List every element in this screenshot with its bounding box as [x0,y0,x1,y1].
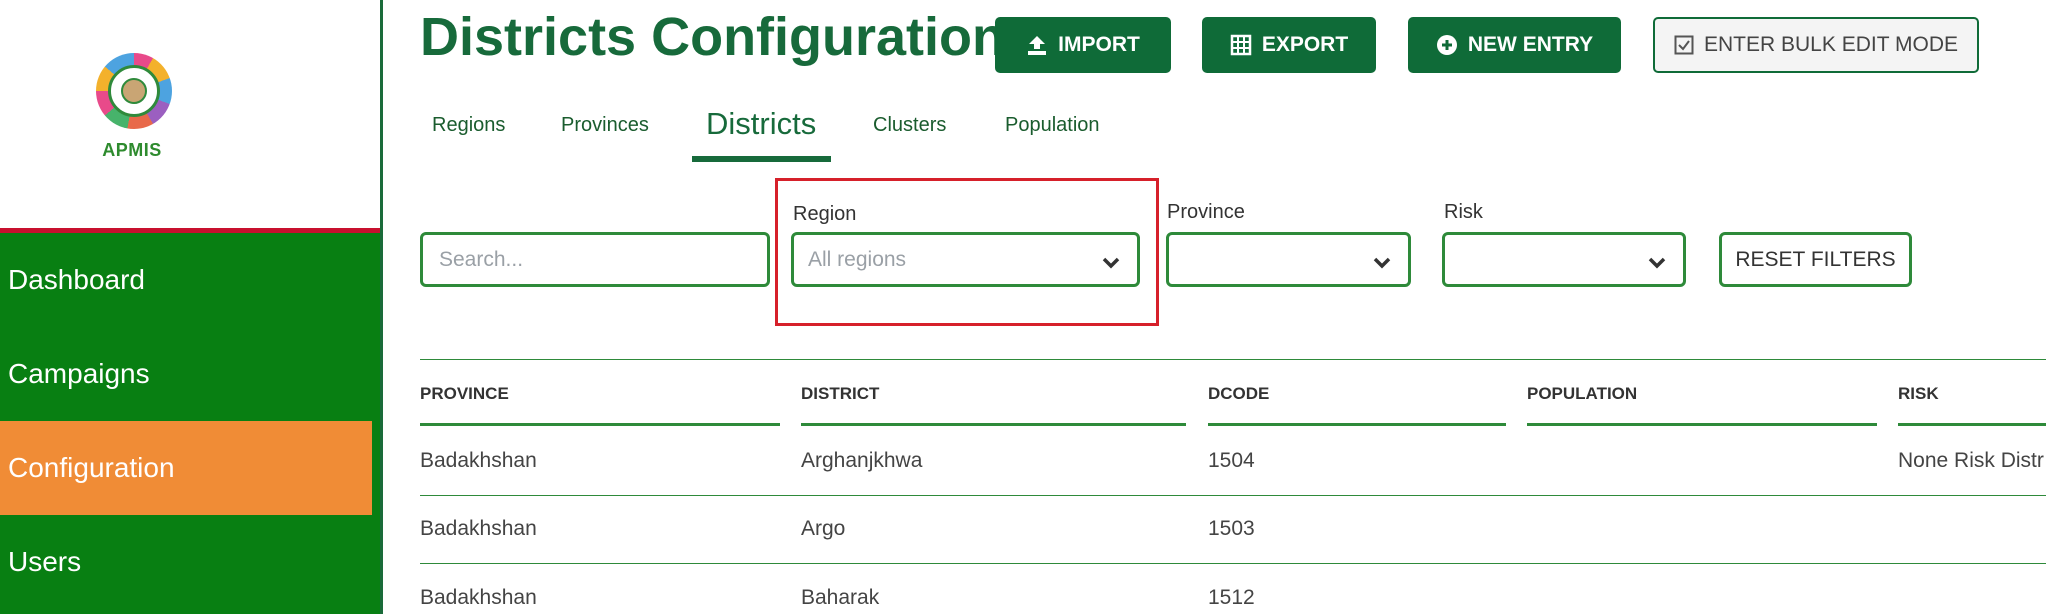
row-divider [420,495,2046,496]
cell-risk: None Risk Distr [1898,449,2044,472]
checkbox-icon [1674,35,1694,55]
sidebar-divider [380,0,383,614]
sidebar-nav: Dashboard Campaigns Configuration Users [0,228,380,614]
upload-icon [1026,34,1048,56]
column-underline [801,423,1186,426]
column-underline [1208,423,1506,426]
cell-district: Arghanjkhwa [801,449,923,472]
tab-population[interactable]: Population [1005,114,1100,137]
export-label: EXPORT [1261,33,1349,56]
export-button[interactable]: EXPORT [1202,17,1376,73]
risk-label: Risk [1444,201,1483,223]
page-title: Districts Configuration [420,7,1006,67]
logo-emblem [108,65,160,117]
column-header-population[interactable]: POPULATION [1527,384,1637,404]
bulk-edit-label: ENTER BULK EDIT MODE [1704,33,1958,56]
sidebar-item-campaigns[interactable]: Campaigns [0,327,372,421]
risk-select[interactable] [1442,232,1686,287]
cell-dcode: 1503 [1208,517,1255,540]
sidebar-item-dashboard[interactable]: Dashboard [0,233,372,327]
column-header-district[interactable]: DISTRICT [801,384,879,404]
region-highlight-box [775,178,1159,326]
new-entry-button[interactable]: NEW ENTRY [1408,17,1621,73]
table-icon [1230,34,1252,56]
tab-regions[interactable]: Regions [432,114,505,137]
column-underline [1527,423,1877,426]
column-underline [1898,423,2046,426]
active-tab-indicator [692,156,831,162]
sidebar: APMIS Dashboard Campaigns Configuration … [0,0,380,614]
column-underline [420,423,780,426]
logo-core [121,78,147,104]
chevron-down-icon [1647,252,1667,276]
cell-province: Badakhshan [420,586,537,609]
chevron-down-icon [1372,252,1392,276]
column-header-risk[interactable]: RISK [1898,384,1939,404]
row-divider [420,563,2046,564]
tab-clusters[interactable]: Clusters [873,114,946,137]
cell-province: Badakhshan [420,449,537,472]
search-input[interactable] [437,246,767,273]
new-entry-label: NEW ENTRY [1467,33,1594,56]
cell-dcode: 1504 [1208,449,1255,472]
reset-filters-button[interactable]: RESET FILTERS [1719,232,1912,287]
column-header-dcode[interactable]: DCODE [1208,384,1269,404]
apmis-logo[interactable] [96,53,172,129]
cell-district: Argo [801,517,846,540]
search-field [420,232,770,287]
cell-province: Badakhshan [420,517,537,540]
column-header-province[interactable]: PROVINCE [420,384,509,404]
province-select[interactable] [1166,232,1411,287]
tab-provinces[interactable]: Provinces [561,114,649,137]
province-label: Province [1167,201,1245,223]
import-button[interactable]: IMPORT [995,17,1171,73]
table-top-border [420,359,2046,360]
cell-district: Baharak [801,586,880,609]
plus-circle-icon [1436,34,1458,56]
logo-text: APMIS [102,140,162,160]
sidebar-item-users[interactable]: Users [0,515,372,609]
sidebar-item-configuration[interactable]: Configuration [0,421,372,515]
import-label: IMPORT [1058,33,1140,56]
cell-dcode: 1512 [1208,586,1255,609]
bulk-edit-button[interactable]: ENTER BULK EDIT MODE [1653,17,1979,73]
tab-districts[interactable]: Districts [706,106,816,142]
logo-area: APMIS [0,0,380,228]
